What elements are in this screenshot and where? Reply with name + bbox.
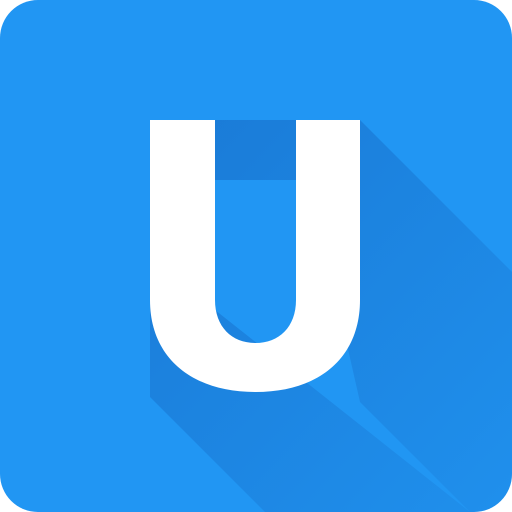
app-icon-tile: [0, 0, 512, 512]
letter-u-app-icon: [0, 0, 512, 512]
